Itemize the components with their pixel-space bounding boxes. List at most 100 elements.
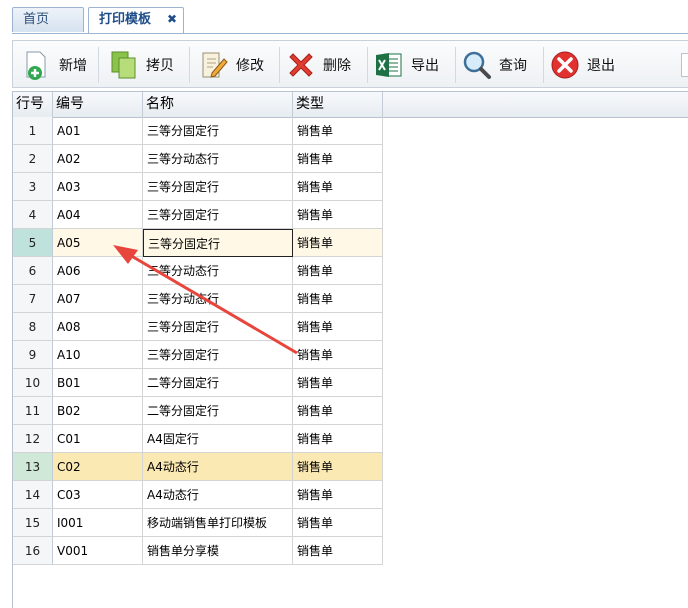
type-cell[interactable]: 销售单	[293, 229, 383, 257]
code-cell[interactable]: C02	[53, 453, 143, 481]
tab-print-template[interactable]: 打印模板 ✖	[88, 7, 184, 34]
type-cell[interactable]: 销售单	[293, 173, 383, 201]
row-number-cell[interactable]: 1	[13, 117, 53, 145]
name-cell[interactable]: 销售单分享模	[143, 537, 293, 565]
table-row[interactable]: 16 V001 销售单分享模 销售单	[13, 537, 383, 565]
row-number-cell[interactable]: 15	[13, 509, 53, 537]
code-cell[interactable]: A07	[53, 285, 143, 313]
type-cell[interactable]: 销售单	[293, 369, 383, 397]
row-number-cell[interactable]: 9	[13, 341, 53, 369]
table-row[interactable]: 2 A02 三等分动态行 销售单	[13, 145, 383, 173]
name-cell[interactable]: 三等分固定行	[143, 341, 293, 369]
type-cell[interactable]: 销售单	[293, 425, 383, 453]
type-cell[interactable]: 销售单	[293, 453, 383, 481]
name-cell[interactable]: 三等分固定行	[143, 201, 293, 229]
table-row[interactable]: 4 A04 三等分固定行 销售单	[13, 201, 383, 229]
copy-button[interactable]: 拷贝	[108, 45, 174, 85]
header-code[interactable]: 编号	[53, 92, 143, 117]
header-type[interactable]: 类型	[293, 92, 383, 117]
delete-label: 删除	[323, 58, 351, 74]
type-cell[interactable]: 销售单	[293, 397, 383, 425]
table-row[interactable]: 12 C01 A4固定行 销售单	[13, 425, 383, 453]
code-cell[interactable]: B01	[53, 369, 143, 397]
table-row[interactable]: 11 B02 二等分固定行 销售单	[13, 397, 383, 425]
delete-button[interactable]: 删除	[285, 45, 351, 85]
code-cell[interactable]: C01	[53, 425, 143, 453]
name-cell[interactable]: 二等分固定行	[143, 369, 293, 397]
name-cell[interactable]: 三等分固定行	[143, 117, 293, 145]
name-cell[interactable]: 三等分固定行	[143, 313, 293, 341]
code-cell[interactable]: A06	[53, 257, 143, 285]
search-icon	[463, 51, 491, 79]
row-number-cell[interactable]: 3	[13, 173, 53, 201]
name-cell[interactable]: 三等分动态行	[143, 257, 293, 285]
name-cell[interactable]: 二等分固定行	[143, 397, 293, 425]
header-name[interactable]: 名称	[143, 92, 293, 117]
add-button[interactable]: 新增	[21, 45, 87, 85]
type-cell[interactable]: 销售单	[293, 313, 383, 341]
row-number-cell[interactable]: 5	[13, 229, 53, 257]
table-row[interactable]: 6 A06 三等分动态行 销售单	[13, 257, 383, 285]
code-cell[interactable]: B02	[53, 397, 143, 425]
table-row[interactable]: 5 A05 三等分固定行 销售单	[13, 229, 383, 257]
type-cell[interactable]: 销售单	[293, 509, 383, 537]
edit-button[interactable]: 修改	[198, 45, 264, 85]
code-cell[interactable]: A03	[53, 173, 143, 201]
type-cell[interactable]: 销售单	[293, 117, 383, 145]
name-cell[interactable]: A4动态行	[143, 481, 293, 509]
table-row[interactable]: 1 A01 三等分固定行 销售单	[13, 117, 383, 145]
table-row[interactable]: 14 C03 A4动态行 销售单	[13, 481, 383, 509]
row-number-cell[interactable]: 16	[13, 537, 53, 565]
name-cell[interactable]: 三等分固定行	[143, 229, 293, 257]
code-cell[interactable]: A10	[53, 341, 143, 369]
type-cell[interactable]: 销售单	[293, 201, 383, 229]
code-cell[interactable]: A02	[53, 145, 143, 173]
code-cell[interactable]: V001	[53, 537, 143, 565]
row-number-cell[interactable]: 12	[13, 425, 53, 453]
table-row[interactable]: 7 A07 三等分动态行 销售单	[13, 285, 383, 313]
name-cell[interactable]: 三等分固定行	[143, 173, 293, 201]
tab-print-template-label: 打印模板	[99, 12, 152, 27]
row-number-cell[interactable]: 10	[13, 369, 53, 397]
query-button[interactable]: 查询	[461, 45, 527, 85]
tab-home[interactable]: 首页	[12, 7, 84, 32]
code-cell[interactable]: A05	[53, 229, 143, 257]
row-number-cell[interactable]: 13	[13, 453, 53, 481]
table-row[interactable]: 15 I001 移动端销售单打印模板 销售单	[13, 509, 383, 537]
toolbar-overflow[interactable]	[681, 53, 688, 77]
row-number-cell[interactable]: 2	[13, 145, 53, 173]
type-cell[interactable]: 销售单	[293, 145, 383, 173]
type-cell[interactable]: 销售单	[293, 341, 383, 369]
type-cell[interactable]: 销售单	[293, 285, 383, 313]
row-number-cell[interactable]: 4	[13, 201, 53, 229]
name-cell[interactable]: 移动端销售单打印模板	[143, 509, 293, 537]
table-row[interactable]: 8 A08 三等分固定行 销售单	[13, 313, 383, 341]
type-cell[interactable]: 销售单	[293, 257, 383, 285]
code-cell[interactable]: C03	[53, 481, 143, 509]
row-number-cell[interactable]: 7	[13, 285, 53, 313]
code-cell[interactable]: I001	[53, 509, 143, 537]
export-button[interactable]: 导出	[373, 45, 439, 85]
row-number-cell[interactable]: 11	[13, 397, 53, 425]
table-row[interactable]: 13 C02 A4动态行 销售单	[13, 453, 383, 481]
type-cell[interactable]: 销售单	[293, 537, 383, 565]
toolbar-separator	[367, 47, 368, 83]
add-label: 新增	[59, 58, 87, 74]
name-cell[interactable]: 三等分动态行	[143, 285, 293, 313]
table-row[interactable]: 9 A10 三等分固定行 销售单	[13, 341, 383, 369]
table-row[interactable]: 3 A03 三等分固定行 销售单	[13, 173, 383, 201]
name-cell[interactable]: A4固定行	[143, 425, 293, 453]
row-number-cell[interactable]: 6	[13, 257, 53, 285]
code-cell[interactable]: A01	[53, 117, 143, 145]
row-number-cell[interactable]: 8	[13, 313, 53, 341]
type-cell[interactable]: 销售单	[293, 481, 383, 509]
exit-button[interactable]: 退出	[549, 45, 615, 85]
table-row[interactable]: 10 B01 二等分固定行 销售单	[13, 369, 383, 397]
name-cell[interactable]: A4动态行	[143, 453, 293, 481]
code-cell[interactable]: A04	[53, 201, 143, 229]
code-cell[interactable]: A08	[53, 313, 143, 341]
header-row-number[interactable]: 行号	[13, 92, 53, 117]
name-cell[interactable]: 三等分动态行	[143, 145, 293, 173]
close-icon[interactable]: ✖	[167, 7, 177, 31]
row-number-cell[interactable]: 14	[13, 481, 53, 509]
